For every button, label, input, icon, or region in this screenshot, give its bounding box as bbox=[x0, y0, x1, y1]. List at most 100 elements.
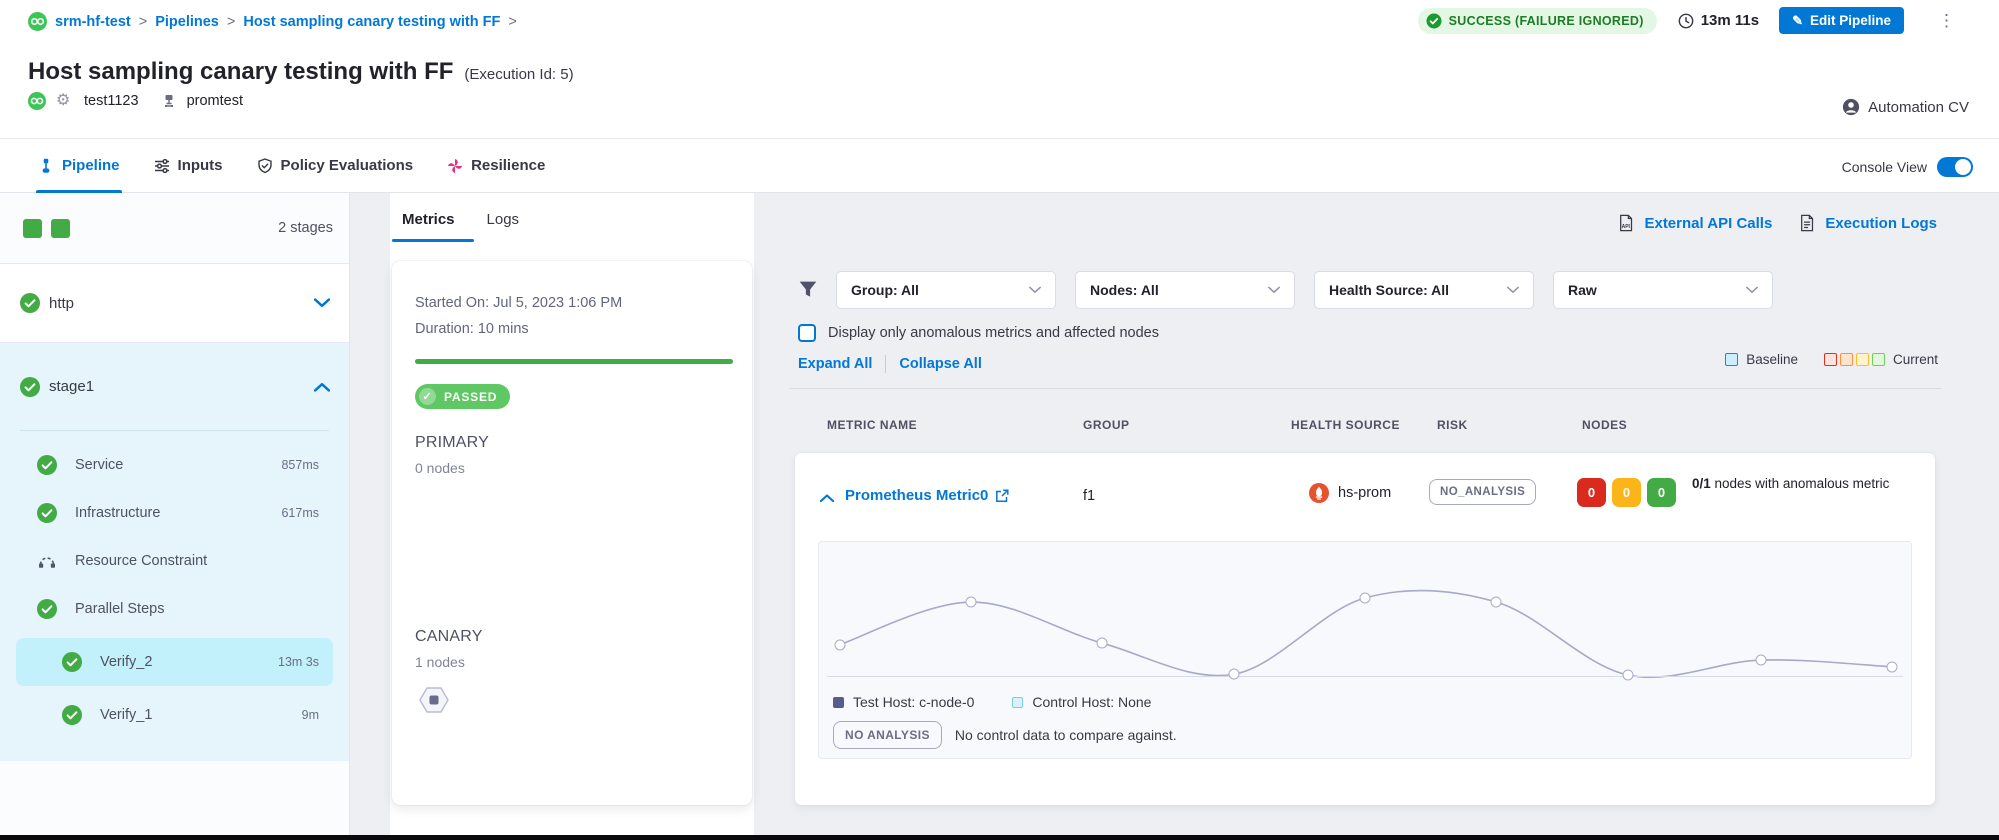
node-count-badge: 0 bbox=[1612, 478, 1641, 507]
test-host-label: Test Host: c-node-0 bbox=[853, 694, 974, 710]
log-links: API External API Calls Execution Logs bbox=[1618, 214, 1937, 232]
execution-id: (Execution Id: 5) bbox=[464, 66, 573, 83]
step-row[interactable]: Verify_1 9m bbox=[16, 691, 333, 739]
step-row[interactable]: Infrastructure 617ms bbox=[16, 489, 333, 537]
expand-collapse-controls: Expand All Collapse All bbox=[798, 355, 982, 373]
collapse-all-link[interactable]: Collapse All bbox=[899, 356, 981, 372]
step-row[interactable]: Service 857ms bbox=[16, 441, 333, 489]
verification-panel: Metrics Logs Started On: Jul 5, 2023 1:0… bbox=[390, 193, 754, 840]
data-point-marker[interactable] bbox=[1360, 592, 1371, 603]
api-document-icon: API bbox=[1618, 214, 1636, 232]
step-row[interactable]: Resource Constraint bbox=[16, 537, 333, 585]
filter-dropdown[interactable]: Raw bbox=[1553, 271, 1773, 309]
expand-all-link[interactable]: Expand All bbox=[798, 356, 872, 372]
title-row: Host sampling canary testing with FF (Ex… bbox=[28, 58, 574, 86]
more-options-icon[interactable]: ⋮ bbox=[1938, 12, 1955, 29]
step-row[interactable]: Parallel Steps bbox=[16, 585, 333, 633]
tab-pipeline[interactable]: Pipeline bbox=[36, 139, 122, 192]
page-title: Host sampling canary testing with FF bbox=[28, 58, 453, 86]
external-link-icon[interactable] bbox=[995, 489, 1009, 503]
tab-pipeline-label: Pipeline bbox=[62, 157, 120, 174]
anomalous-checkbox[interactable] bbox=[798, 324, 816, 342]
verification-summary-card: Started On: Jul 5, 2023 1:06 PM Duration… bbox=[392, 261, 752, 805]
pencil-icon: ✎ bbox=[1792, 13, 1803, 29]
collapse-chevron-icon[interactable] bbox=[820, 489, 834, 498]
passed-badge: ✓ PASSED bbox=[415, 384, 510, 409]
canary-node-hexagon-icon[interactable] bbox=[418, 684, 450, 716]
node-count-badges: 0 0 0 bbox=[1577, 478, 1676, 507]
primary-label: PRIMARY bbox=[415, 434, 733, 452]
tab-inputs[interactable]: Inputs bbox=[152, 139, 225, 192]
filter-dropdown[interactable]: Group: All bbox=[836, 271, 1056, 309]
tab-resilience[interactable]: Resilience bbox=[445, 139, 547, 192]
stage-row-stage1[interactable]: stage1 bbox=[0, 343, 349, 430]
node-count-badge: 0 bbox=[1577, 478, 1606, 507]
baseline-swatch bbox=[1725, 353, 1738, 366]
nodes-summary-ratio: 0/1 bbox=[1692, 476, 1711, 491]
step-duration: 9m bbox=[302, 708, 319, 722]
passed-badge-label: PASSED bbox=[444, 390, 497, 404]
data-point-marker[interactable] bbox=[1228, 669, 1239, 680]
health-source-cell: hs-prom bbox=[1309, 483, 1391, 503]
stage-count-row: 2 stages bbox=[0, 193, 349, 264]
metric-name-cell[interactable]: Prometheus Metric0 bbox=[845, 487, 1009, 504]
breadcrumb-link[interactable]: Pipelines bbox=[155, 14, 219, 30]
data-point-marker[interactable] bbox=[966, 597, 977, 608]
svg-text:API: API bbox=[1622, 224, 1631, 230]
breadcrumb-link[interactable]: Host sampling canary testing with FF bbox=[243, 14, 500, 30]
data-point-marker[interactable] bbox=[1887, 661, 1898, 672]
environment-name[interactable]: promtest bbox=[187, 93, 243, 109]
execution-logs-link[interactable]: Execution Logs bbox=[1799, 214, 1937, 232]
metric-name-link[interactable]: Prometheus Metric0 bbox=[845, 487, 988, 504]
console-view-toggle[interactable] bbox=[1937, 157, 1973, 177]
tab-policy-evaluations[interactable]: Policy Evaluations bbox=[255, 139, 416, 192]
check-circle-icon bbox=[37, 455, 57, 475]
divider bbox=[790, 388, 1942, 389]
step-row[interactable]: Verify_2 13m 3s bbox=[16, 638, 333, 686]
data-point-marker[interactable] bbox=[834, 639, 845, 650]
breadcrumb-list: srm-hf-test > Pipelines > Host sampling … bbox=[55, 14, 517, 30]
filter-funnel-icon[interactable] bbox=[798, 280, 818, 300]
header-actions: SUCCESS (FAILURE IGNORED) 13m 11s ✎ Edit… bbox=[1418, 7, 1955, 34]
service-name[interactable]: test1123 bbox=[84, 93, 139, 109]
edit-pipeline-button[interactable]: ✎ Edit Pipeline bbox=[1779, 7, 1904, 34]
step-label: Infrastructure bbox=[75, 505, 160, 521]
tab-metrics[interactable]: Metrics bbox=[400, 207, 457, 232]
console-view-label: Console View bbox=[1842, 159, 1927, 175]
data-point-marker[interactable] bbox=[1097, 638, 1108, 649]
external-api-calls-link[interactable]: API External API Calls bbox=[1618, 214, 1772, 232]
pipeline-icon bbox=[38, 158, 54, 174]
stage1-section: stage1 Service 857ms bbox=[0, 343, 349, 761]
stage-row-http[interactable]: http bbox=[0, 264, 349, 343]
filter-row: Group: All Nodes: All Health Source: All… bbox=[798, 271, 1792, 309]
metric-group-cell: f1 bbox=[1083, 488, 1095, 504]
filter-dropdown[interactable]: Nodes: All bbox=[1075, 271, 1295, 309]
step-label: Service bbox=[75, 457, 123, 473]
toggle-knob bbox=[1955, 159, 1971, 175]
started-on: Started On: Jul 5, 2023 1:06 PM bbox=[415, 290, 733, 316]
edit-pipeline-label: Edit Pipeline bbox=[1810, 13, 1891, 28]
step-label: Verify_1 bbox=[100, 707, 152, 723]
chevron-up-icon[interactable] bbox=[314, 379, 330, 395]
tab-logs[interactable]: Logs bbox=[485, 207, 522, 232]
metric-chart bbox=[827, 546, 1903, 681]
stage-label-http: http bbox=[49, 295, 74, 312]
metric-row: Prometheus Metric0 f1 hs-prom NO_ANALYSI… bbox=[795, 471, 1935, 535]
data-point-marker[interactable] bbox=[1622, 669, 1633, 680]
breadcrumb-separator: > bbox=[508, 14, 516, 30]
filter-dropdown[interactable]: Health Source: All bbox=[1314, 271, 1534, 309]
breadcrumb-link[interactable]: srm-hf-test bbox=[55, 14, 131, 30]
divider bbox=[885, 355, 886, 373]
breadcrumb-item: Host sampling canary testing with FF > bbox=[243, 14, 516, 30]
screen-bottom-edge bbox=[0, 835, 1999, 840]
baseline-label: Baseline bbox=[1746, 352, 1798, 367]
verification-duration: Duration: 10 mins bbox=[415, 316, 733, 342]
metric-chart-markers bbox=[827, 546, 1903, 681]
main-tabbar: Pipeline Inputs Policy Evaluations Resil… bbox=[0, 138, 1999, 193]
status-badge: SUCCESS (FAILURE IGNORED) bbox=[1418, 8, 1657, 34]
data-point-marker[interactable] bbox=[1755, 655, 1766, 666]
column-header: RISK bbox=[1437, 418, 1468, 432]
data-point-marker[interactable] bbox=[1491, 597, 1502, 608]
metric-card: Prometheus Metric0 f1 hs-prom NO_ANALYSI… bbox=[795, 453, 1935, 805]
chevron-down-icon[interactable] bbox=[314, 295, 330, 311]
